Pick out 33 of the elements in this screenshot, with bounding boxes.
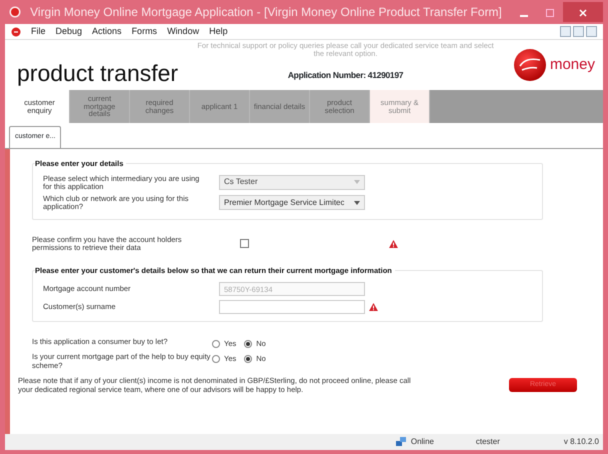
menu-item[interactable]: Actions: [92, 24, 122, 38]
brand-logo-icon: [512, 48, 547, 82]
radio-button[interactable]: [244, 340, 252, 348]
user-name: ctester: [476, 436, 501, 448]
brand-name: money: [550, 54, 595, 75]
minimize-icon: [520, 14, 528, 17]
maximize-icon: [546, 8, 554, 17]
version-label: v 8.10.2.0: [564, 436, 599, 448]
minimize-child-button[interactable]: [560, 26, 571, 37]
menu-item[interactable]: Forms: [132, 24, 158, 38]
network-icon: [396, 437, 407, 447]
radio-button[interactable]: [212, 340, 220, 348]
restore-child-button[interactable]: [573, 26, 584, 37]
close-button[interactable]: [563, 2, 603, 22]
dropdown[interactable]: Premier Mortgage Service Limitec: [219, 195, 365, 210]
menu-item[interactable]: File: [31, 24, 46, 38]
app-logo-icon: [9, 6, 21, 18]
radio-button[interactable]: [244, 354, 252, 363]
close-icon: [579, 8, 587, 17]
caret-icon: [354, 200, 360, 204]
close-child-button[interactable]: [586, 26, 597, 37]
checkbox[interactable]: [240, 239, 249, 248]
radio-button[interactable]: [212, 354, 220, 363]
application-number: Application Number: 41290197: [288, 68, 404, 82]
window-title: Virgin Money Online Mortgage Application - [Virgin Money Online Product Transfer Form]: [29, 4, 503, 21]
app-logo-icon: [11, 26, 21, 36]
menu-item[interactable]: Window: [167, 24, 200, 38]
connection-status: Online: [410, 436, 434, 448]
menu-item[interactable]: Help: [209, 24, 228, 38]
menu-item[interactable]: Debug: [56, 24, 82, 38]
text-field[interactable]: [219, 300, 365, 314]
page-title: product transfer: [17, 59, 178, 88]
caret-icon: [354, 180, 360, 184]
